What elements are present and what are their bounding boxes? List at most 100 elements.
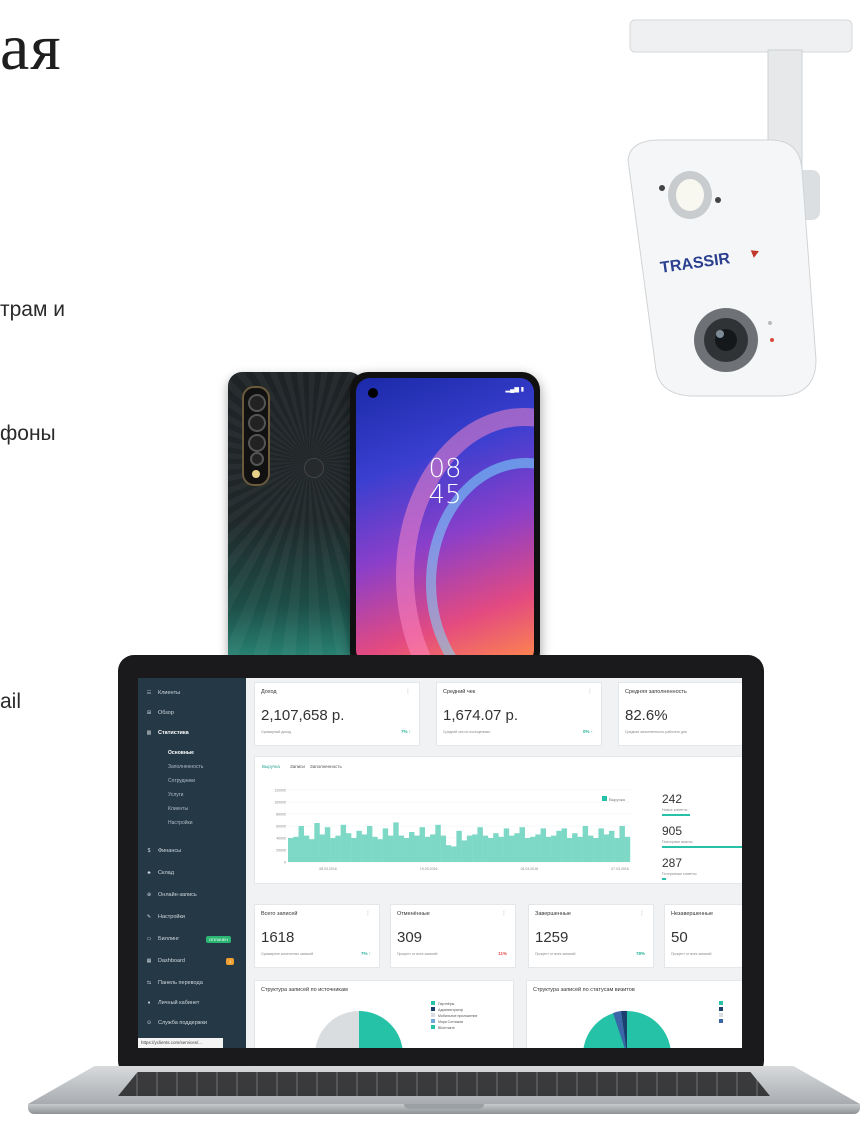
transfer-icon: ⇆ xyxy=(146,980,152,986)
statuses-pie-chart xyxy=(583,1010,671,1048)
card-percent: 0% ↑ xyxy=(582,729,593,734)
sidebar-item-dashboard[interactable]: ▦ Dashboard xyxy=(146,958,185,964)
sidebar-sub-occupancy[interactable]: Заполненность xyxy=(168,764,203,770)
chart-bar xyxy=(303,835,310,862)
chart-bar xyxy=(361,834,368,862)
chart-bar xyxy=(372,836,378,862)
billing-status-badge: ОПЛАЧЕН xyxy=(206,936,232,943)
chart-bar xyxy=(582,826,589,862)
sidebar-item-support[interactable]: ⊙ Служба поддержки xyxy=(146,1020,207,1026)
chart-bar xyxy=(351,838,357,862)
y-tick-label: 120000 xyxy=(274,789,286,793)
clock-minute: 45 xyxy=(428,480,462,510)
cancelled-card: Отменённые ⋮ 309 Процент от всех записей… xyxy=(390,904,516,968)
users-icon: ☷ xyxy=(146,690,152,696)
sidebar-item-clients[interactable]: ☷ Клиенты xyxy=(146,690,180,696)
sources-pie-chart xyxy=(315,1011,403,1048)
statuses-legend xyxy=(719,1001,723,1023)
chart-bar xyxy=(466,835,473,862)
chart-bar xyxy=(572,833,578,862)
lost-clients-label: Потерянные клиенты xyxy=(662,872,697,876)
statuses-structure-panel: Структура записей по статусам визитов xyxy=(526,980,742,1048)
chart-bar xyxy=(293,836,299,862)
sidebar-item-account[interactable]: ♦ Личный кабинет xyxy=(146,1000,200,1006)
chart-bar xyxy=(319,834,326,862)
chart-bar xyxy=(298,826,304,862)
sidebar-item-online-booking[interactable]: ⊕ Онлайн-запись xyxy=(146,892,197,898)
chart-bar xyxy=(451,846,457,862)
card-menu-icon[interactable]: ⋮ xyxy=(405,688,411,695)
chart-bar xyxy=(445,845,452,862)
card-menu-icon[interactable]: ⋮ xyxy=(365,910,371,917)
sidebar-item-label: Склад xyxy=(158,870,174,876)
tab-occupancy[interactable]: Заполненность xyxy=(310,764,342,769)
sidebar-item-label: Онлайн-запись xyxy=(158,892,197,898)
y-tick-label: 0 xyxy=(284,861,286,865)
card-subtitle: Средняя заполненность рабочего дня xyxy=(625,730,687,734)
page-heading: ая xyxy=(0,11,62,84)
sidebar-sub-settings[interactable]: Настройки xyxy=(168,820,193,826)
online-icon: ⊕ xyxy=(146,892,152,898)
sidebar-item-finance[interactable]: $ Финансы xyxy=(146,848,181,854)
chart-bar xyxy=(414,835,420,862)
sidebar-item-label: Клиенты xyxy=(158,690,181,696)
card-menu-icon[interactable]: ⋮ xyxy=(501,910,507,917)
sidebar-item-transfer-panel[interactable]: ⇆ Панель перевода xyxy=(146,980,203,986)
chart-bar xyxy=(556,830,562,862)
text-line-2: фоны xyxy=(0,422,56,445)
ip-camera-image: TRASSIR xyxy=(627,19,853,397)
chart-bar xyxy=(456,830,462,862)
billing-icon: ▭ xyxy=(146,936,152,942)
chart-bar xyxy=(524,838,531,862)
chart-bar xyxy=(619,826,625,862)
sidebar-sub-clients[interactable]: Клиенты xyxy=(168,806,188,812)
chart-bar xyxy=(387,835,394,862)
panel-title: Структура записей по источникам xyxy=(261,987,348,993)
text-line-1: трам и xyxy=(0,298,65,321)
completed-card: Завершенные ⋮ 1259 Процент от всех запис… xyxy=(528,904,654,968)
y-tick-label: 20000 xyxy=(276,849,286,853)
card-title: Незавершенные xyxy=(671,911,714,917)
sidebar-sub-staff[interactable]: Сотрудники xyxy=(168,778,195,784)
chart-bar xyxy=(345,833,352,862)
card-menu-icon[interactable]: ⋮ xyxy=(639,910,645,917)
sidebar-item-warehouse[interactable]: ♣ Склад xyxy=(146,870,174,876)
new-clients-bar xyxy=(662,814,690,816)
x-tick-label: 19.03.2016 xyxy=(420,867,438,871)
sources-legend: Партнёры Администратор Мобильное приложе… xyxy=(431,1001,477,1031)
chart-bar xyxy=(487,838,494,862)
sidebar-item-billing[interactable]: ▭ Биллинг xyxy=(146,936,180,942)
chart-bar xyxy=(398,835,404,862)
chart-bar xyxy=(403,838,410,862)
sidebar-item-label: Настройки xyxy=(158,914,185,920)
chart-bar xyxy=(482,835,489,862)
camera-module-icon xyxy=(242,386,270,486)
chart-bar xyxy=(393,822,399,862)
card-subtitle: Процент от всех записей xyxy=(397,952,438,956)
sidebar-sub-main[interactable]: Основные xyxy=(168,750,194,756)
card-percent: 78% xyxy=(635,951,645,956)
chart-bar xyxy=(309,839,315,862)
total-records-card: Всего записей ⋮ 1618 Суммарное количеств… xyxy=(254,904,380,968)
tab-revenue[interactable]: Выручка xyxy=(262,764,280,769)
y-tick-label: 100000 xyxy=(274,801,286,805)
card-menu-icon[interactable]: ⋮ xyxy=(587,688,593,695)
chart-bar xyxy=(540,828,547,862)
sidebar-item-overview[interactable]: ⊞ Обзор xyxy=(146,710,174,716)
chart-bar xyxy=(498,836,504,862)
avg-occupancy-card: Средняя заполненность 82.6% Средняя запо… xyxy=(618,682,742,746)
chart-bar xyxy=(514,833,520,862)
laptop-base xyxy=(28,1066,860,1120)
chart-bar xyxy=(608,830,615,862)
sidebar-item-label: Служба поддержки xyxy=(158,1020,207,1026)
panel-title: Структура записей по статусам визитов xyxy=(533,987,635,993)
chart-bar xyxy=(377,839,383,862)
tab-records[interactable]: Записи xyxy=(290,764,305,769)
chart-bar xyxy=(409,832,415,862)
chart-bar xyxy=(587,835,594,862)
sidebar-item-statistics[interactable]: ▥ Статистика xyxy=(146,730,189,736)
sidebar-item-label: Статистика xyxy=(158,730,189,736)
settings-icon: ✎ xyxy=(146,914,152,920)
sidebar-item-settings[interactable]: ✎ Настройки xyxy=(146,914,185,920)
sidebar-sub-services[interactable]: Услуги xyxy=(168,792,183,798)
